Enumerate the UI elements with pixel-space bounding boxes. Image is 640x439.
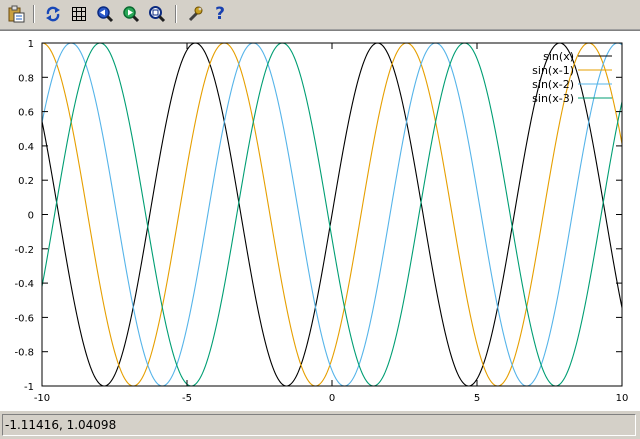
statusbar: -1.11416, 1.04098 [0, 411, 640, 439]
y-tick-label: 0 [28, 211, 34, 222]
y-tick-label: -1 [24, 382, 34, 393]
y-tick-label: -0.2 [14, 245, 34, 256]
legend-label: sin(x-3) [532, 92, 574, 105]
toolbar-separator [175, 5, 177, 23]
y-tick-label: -0.6 [14, 313, 34, 324]
y-tick-label: 0.4 [18, 142, 34, 153]
zoom-next-icon [123, 6, 140, 23]
sine-chart: -1 -0.8 -0.6 -0.4 -0.2 0 0.2 0.4 0.6 0.8 1 -10 -5 0 5 1… [14, 39, 629, 404]
toolbar-separator [33, 5, 35, 23]
x-tick-label: 0 [329, 393, 335, 404]
help-button[interactable]: ? [210, 4, 230, 24]
zoom-autoscale-icon [149, 6, 166, 23]
toggle-grid-button[interactable] [69, 4, 89, 24]
x-tick-label: 5 [474, 393, 480, 404]
legend-label: sin(x-1) [532, 64, 574, 77]
wrench-icon [188, 6, 203, 22]
options-button[interactable] [185, 4, 205, 24]
legend-label: sin(x) [543, 50, 574, 63]
y-tick-label: -0.8 [14, 348, 34, 359]
zoom-previous-button[interactable] [95, 4, 115, 24]
autoscale-button[interactable] [147, 4, 167, 24]
x-tick-label: -5 [182, 393, 192, 404]
replot-button[interactable] [43, 4, 63, 24]
grid-icon [72, 7, 86, 21]
y-tick-label: 1 [28, 39, 34, 50]
help-icon: ? [215, 4, 225, 24]
x-tick-label: -10 [34, 393, 50, 404]
y-tick-label: -0.4 [14, 279, 34, 290]
copy-to-clipboard-button[interactable] [6, 4, 26, 24]
y-tick-label: 0.2 [18, 176, 34, 187]
coordinate-readout: -1.11416, 1.04098 [2, 414, 636, 436]
toolbar: ? [0, 0, 640, 30]
clipboard-icon [8, 5, 25, 23]
zoom-previous-icon [97, 6, 114, 23]
y-tick-label: 0.8 [18, 73, 34, 84]
legend-label: sin(x-2) [532, 78, 574, 91]
refresh-icon [46, 6, 60, 22]
y-tick-label: 0.6 [18, 108, 34, 119]
plot-area[interactable]: -1 -0.8 -0.6 -0.4 -0.2 0 0.2 0.4 0.6 0.8 1 -10 -5 0 5 1… [0, 30, 640, 411]
x-tick-label: 10 [616, 393, 629, 404]
zoom-next-button[interactable] [121, 4, 141, 24]
